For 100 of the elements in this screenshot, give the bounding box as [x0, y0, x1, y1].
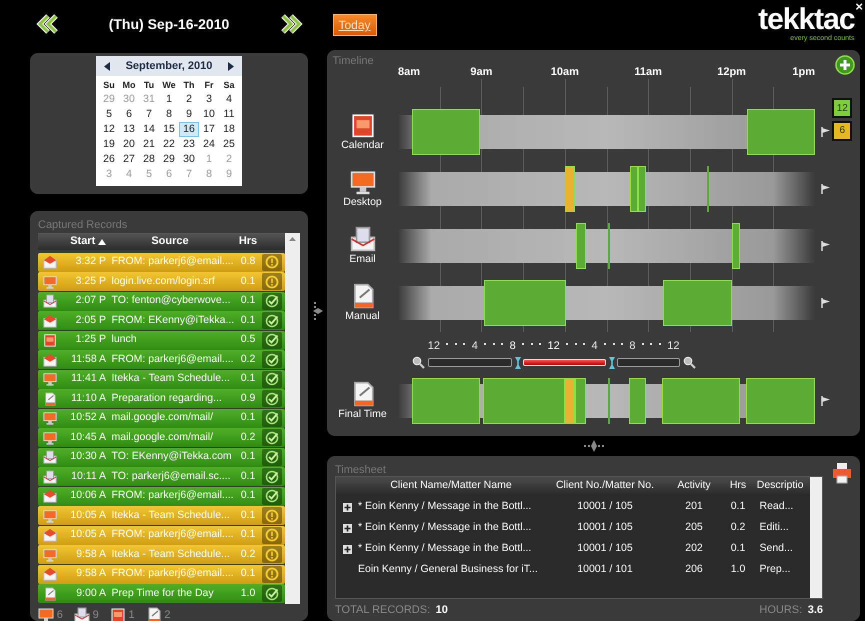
- calendar-day[interactable]: 15: [159, 122, 179, 137]
- calendar-day[interactable]: 3: [199, 92, 219, 107]
- calendar-day[interactable]: 10: [199, 106, 219, 122]
- count-label: 1: [128, 608, 135, 621]
- calendar-day[interactable]: 23: [179, 136, 199, 152]
- calendar-day[interactable]: 24: [199, 136, 219, 152]
- time-cell-text: 10:05 A: [69, 508, 106, 523]
- calendar-day[interactable]: 5: [99, 106, 119, 122]
- next-month-button[interactable]: [226, 62, 235, 71]
- weekday-label: Fr: [204, 78, 214, 92]
- panel-title: Timeline: [332, 54, 374, 67]
- calendar-day[interactable]: 22: [159, 136, 179, 152]
- time-block[interactable]: [732, 223, 740, 270]
- close-button[interactable]: ×: [855, 0, 863, 16]
- resize-handle-icon[interactable]: [312, 300, 322, 322]
- calendar-day[interactable]: 4: [219, 92, 239, 107]
- time-cell-text: 2:05 P: [74, 312, 106, 328]
- flag-icon[interactable]: [820, 396, 830, 406]
- column-header[interactable]: Hrs: [730, 478, 746, 491]
- calendar-day[interactable]: 11: [219, 106, 239, 122]
- column-header[interactable]: Activity: [677, 478, 711, 491]
- time-block[interactable]: [564, 166, 575, 212]
- calendar-day[interactable]: 2: [179, 92, 199, 107]
- calendar-day[interactable]: 7: [139, 106, 159, 122]
- envelope-icon: [43, 528, 57, 542]
- scrollbar[interactable]: [285, 233, 300, 604]
- column-header[interactable]: Hrs: [238, 233, 258, 250]
- calendar-day[interactable]: 20: [119, 136, 139, 152]
- weekday-label: Mo: [122, 78, 136, 92]
- calendar-day[interactable]: 12: [99, 122, 119, 137]
- calendar-day[interactable]: 25: [219, 136, 239, 152]
- calendar-day[interactable]: 16: [179, 122, 199, 137]
- calendar-day[interactable]: 9: [179, 106, 199, 122]
- time-block[interactable]: [576, 223, 586, 270]
- column-header[interactable]: Start: [70, 233, 96, 250]
- calendar-icon: [43, 333, 57, 348]
- calendar-day[interactable]: 13: [119, 122, 139, 137]
- add-icon[interactable]: [834, 55, 854, 76]
- selected-range[interactable]: [523, 359, 606, 366]
- flag-icon[interactable]: [820, 127, 830, 138]
- warning-icon: [265, 567, 280, 582]
- expand-icon[interactable]: [342, 524, 352, 533]
- count-badge[interactable]: 12: [832, 98, 852, 118]
- calendar-day[interactable]: 18: [219, 122, 239, 137]
- flag-icon[interactable]: [820, 241, 830, 252]
- time-cell-text: 10:52 A: [69, 410, 106, 426]
- expand-icon[interactable]: [342, 502, 352, 512]
- scale-label: 8: [510, 338, 516, 354]
- source-cell-text: Itekka - Team Schedule...: [110, 546, 231, 562]
- column-header[interactable]: Source: [151, 233, 189, 250]
- flag-icon[interactable]: [820, 298, 830, 308]
- count-badge[interactable]: 6: [832, 120, 852, 141]
- source-cell-text: TO: fenton@cyberwove...: [110, 293, 232, 308]
- calendar-day[interactable]: 14: [139, 122, 159, 137]
- next-day-button[interactable]: [278, 14, 302, 34]
- hours-cell-text: 0.1: [240, 527, 256, 542]
- time-cell-text: 11:10 A: [70, 390, 106, 406]
- source-cell-text: mail.google.com/mail/: [110, 430, 214, 445]
- calendar-day[interactable]: 27: [119, 152, 139, 167]
- calendar-day[interactable]: 28: [139, 152, 159, 167]
- lane-label: Desktop: [343, 194, 382, 210]
- calendar-day[interactable]: 6: [119, 106, 139, 122]
- time-block[interactable]: [706, 166, 709, 212]
- table-cell: Editi...: [760, 521, 789, 534]
- tick-mark: [463, 343, 466, 346]
- table-cell: 201: [685, 500, 703, 512]
- time-cell-text: 10:30 A: [69, 449, 106, 464]
- range-handle[interactable]: [608, 356, 614, 369]
- calendar-day[interactable]: 8: [159, 106, 179, 122]
- printer-icon[interactable]: [832, 462, 852, 484]
- calendar-day[interactable]: 29: [159, 152, 179, 167]
- time-cell-text: 10:45 A: [69, 430, 106, 445]
- envelope-icon: [43, 489, 57, 504]
- previous-month-button[interactable]: [103, 62, 112, 71]
- scrollbar[interactable]: [810, 477, 822, 598]
- tick-mark: [620, 343, 623, 346]
- tick-mark: [530, 343, 533, 346]
- range-handle[interactable]: [514, 356, 520, 369]
- previous-day-button[interactable]: [36, 14, 60, 34]
- time-block[interactable]: [608, 223, 610, 270]
- table-cell: 10001 / 105: [577, 500, 633, 512]
- calendar-day[interactable]: 1: [159, 92, 179, 107]
- calendar-day[interactable]: 19: [99, 136, 119, 152]
- calendar-day[interactable]: 26: [99, 152, 119, 167]
- envelope-icon: [43, 294, 57, 308]
- time-block[interactable]: [608, 378, 610, 424]
- column-header[interactable]: Client Name/Matter Name: [390, 478, 512, 491]
- zoom-out-icon[interactable]: [412, 356, 425, 369]
- check-icon: [265, 314, 280, 328]
- flag-icon[interactable]: [820, 184, 830, 194]
- column-header[interactable]: Client No./Matter No.: [556, 478, 654, 491]
- expand-icon[interactable]: [342, 544, 352, 554]
- time-block[interactable]: [630, 166, 638, 212]
- resize-handle-icon[interactable]: [582, 440, 604, 452]
- calendar-day[interactable]: 21: [139, 136, 159, 152]
- calendar-day[interactable]: 30: [179, 152, 199, 167]
- calendar-day[interactable]: 17: [199, 122, 219, 137]
- column-header[interactable]: Descriptio: [756, 478, 804, 491]
- zoom-in-icon[interactable]: [682, 356, 696, 369]
- source-cell-text: Itekka - Team Schedule...: [110, 371, 231, 386]
